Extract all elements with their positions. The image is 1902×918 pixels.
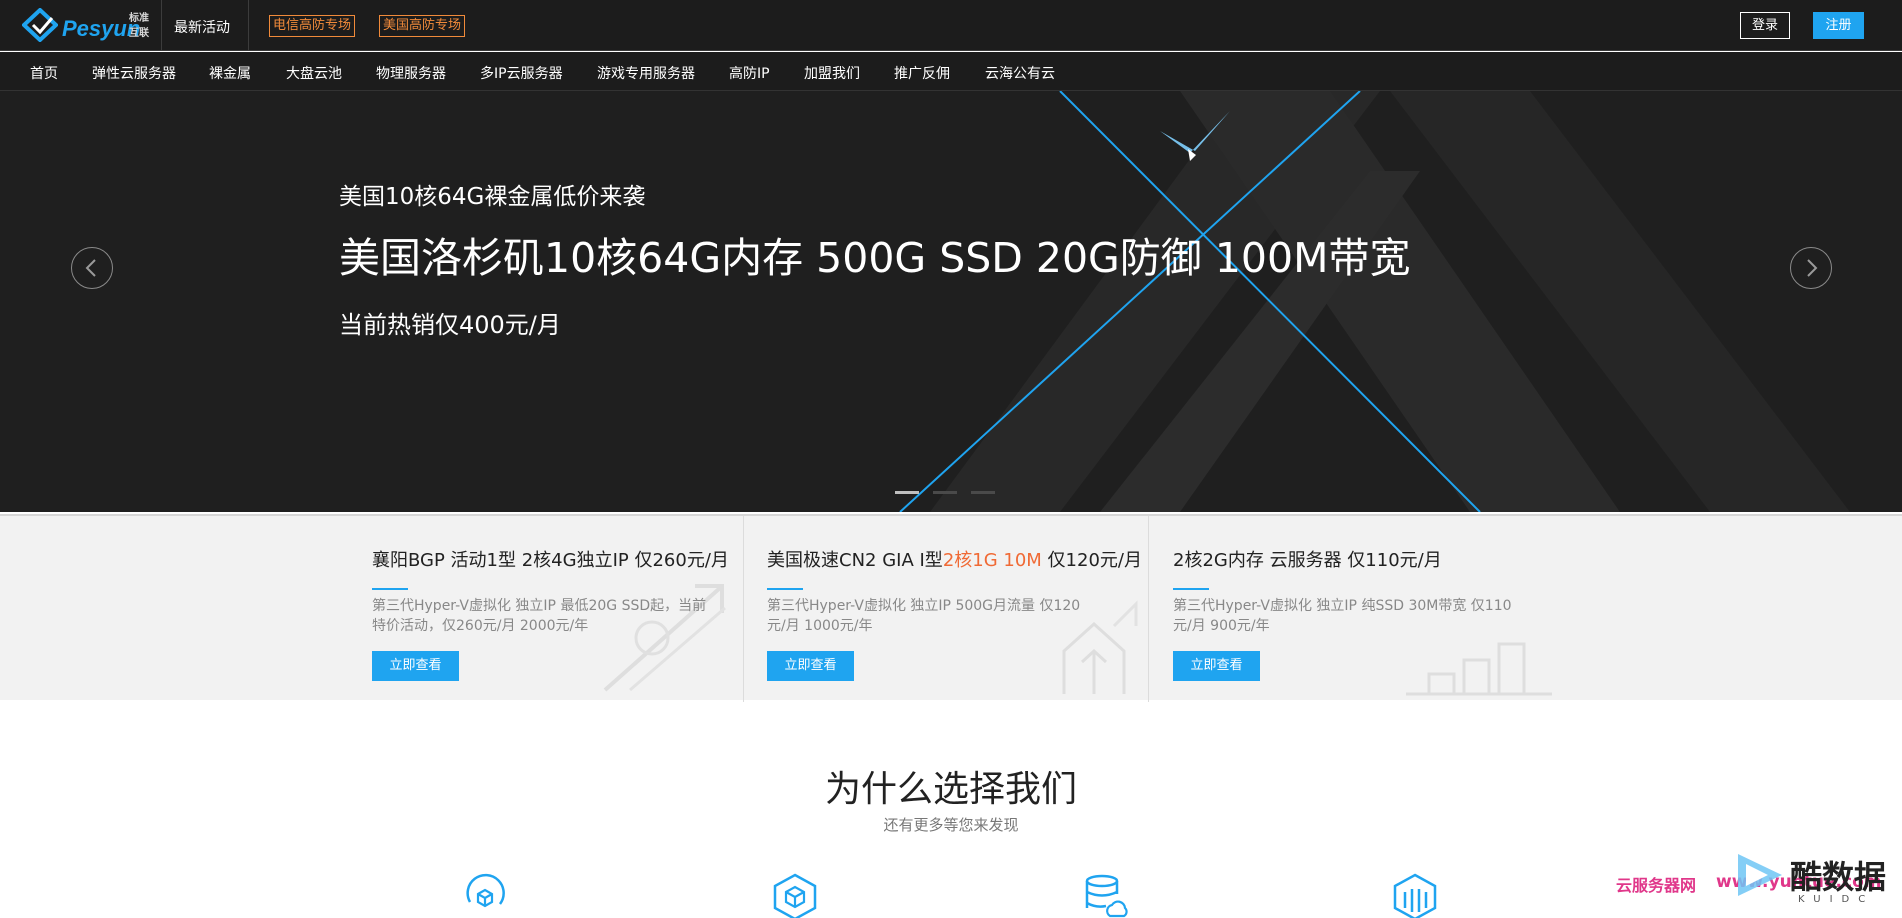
product-card-3: 2核2G内存 云服务器 仅110元/月 第三代Hyper-V虚拟化 独立IP 纯… xyxy=(1149,516,1649,702)
hero-background-graphic xyxy=(899,91,1850,512)
hero-title: 美国洛杉矶10核64G内存 500G SSD 20G防御 100M带宽 xyxy=(339,234,1411,282)
nav-item-public-cloud[interactable]: 云海公有云 xyxy=(985,63,1055,83)
promo-telecom-ddos[interactable]: 电信高防专场 xyxy=(269,15,356,37)
register-button[interactable]: 注册 xyxy=(1813,12,1864,39)
chevron-right-icon xyxy=(1807,259,1818,277)
nav-item-home[interactable]: 首页 xyxy=(30,63,58,83)
view-now-button[interactable]: 立即查看 xyxy=(767,651,854,681)
bar-chart-icon xyxy=(1406,642,1552,696)
promo-us-ddos[interactable]: 美国高防专场 xyxy=(379,15,466,37)
divider xyxy=(248,0,249,51)
carousel-dot-3[interactable] xyxy=(971,491,995,494)
cube-refresh-icon xyxy=(466,873,505,908)
watermark-cn: 云服务器网 xyxy=(1616,876,1697,895)
hero-subtitle: 美国10核64G裸金属低价来袭 xyxy=(339,184,646,210)
title-underline xyxy=(1173,588,1209,590)
product-title[interactable]: 襄阳BGP 活动1型 2核4G独立IP 仅260元/月 xyxy=(372,546,729,572)
carousel-dot-1[interactable] xyxy=(895,491,919,494)
watermark-brand: 酷数据 xyxy=(1790,858,1887,896)
watermark: 云服务器网 www.yuntue.com 酷数据 KUIDC xyxy=(1612,848,1902,918)
nav-item-join-us[interactable]: 加盟我们 xyxy=(804,63,860,83)
watermark-brand-en: KUIDC xyxy=(1798,894,1875,905)
play-logo-icon xyxy=(1738,854,1782,896)
title-underline xyxy=(372,588,408,590)
logo[interactable]: Pesyun 标准互联 xyxy=(22,6,157,44)
title-highlight: 2核1G 10M xyxy=(942,550,1042,571)
carousel-prev-button[interactable] xyxy=(71,247,113,289)
nav-item-ddos-ip[interactable]: 高防IP xyxy=(729,63,770,83)
nav-item-affiliate[interactable]: 推广反佣 xyxy=(894,63,950,83)
nav-item-game-server[interactable]: 游戏专用服务器 xyxy=(597,63,695,83)
carousel-next-button[interactable] xyxy=(1790,247,1832,289)
carousel-dot-2[interactable] xyxy=(933,491,957,494)
main-nav: 首页 弹性云服务器 裸金属 大盘云池 物理服务器 多IP云服务器 游戏专用服务器… xyxy=(0,52,1902,91)
product-card-1: 襄阳BGP 活动1型 2核4G独立IP 仅260元/月 第三代Hyper-V虚拟… xyxy=(0,516,743,702)
nav-item-physical-server[interactable]: 物理服务器 xyxy=(376,63,446,83)
product-card-2: 美国极速CN2 GIA I型2核1G 10M 仅120元/月 第三代Hyper-… xyxy=(744,516,1148,702)
server-stack-icon xyxy=(1393,873,1437,918)
title-text: 仅120元/月 xyxy=(1041,550,1142,571)
nav-item-multi-ip[interactable]: 多IP云服务器 xyxy=(480,63,563,83)
chevron-left-icon xyxy=(85,259,96,277)
hexagon-cube-icon xyxy=(773,873,817,918)
product-title[interactable]: 2核2G内存 云服务器 仅110元/月 xyxy=(1173,546,1442,572)
latest-activity-link[interactable]: 最新活动 xyxy=(174,17,230,37)
section-title: 为什么选择我们 xyxy=(824,769,1077,810)
logo-icon xyxy=(22,8,58,42)
product-strip: 襄阳BGP 活动1型 2核4G独立IP 仅260元/月 第三代Hyper-V虚拟… xyxy=(0,514,1902,702)
title-text: 美国极速CN2 GIA I型 xyxy=(767,550,943,571)
section-subtitle: 还有更多等您来发现 xyxy=(883,816,1019,834)
login-button[interactable]: 登录 xyxy=(1740,12,1790,39)
nav-item-disk-pool[interactable]: 大盘云池 xyxy=(286,63,342,83)
nav-item-elastic-cloud[interactable]: 弹性云服务器 xyxy=(92,63,176,83)
view-now-button[interactable]: 立即查看 xyxy=(1173,651,1260,681)
logo-subtitle: 标准互联 xyxy=(129,13,149,39)
database-cloud-icon xyxy=(1085,874,1128,918)
nav-item-bare-metal[interactable]: 裸金属 xyxy=(209,63,251,83)
product-title[interactable]: 美国极速CN2 GIA I型2核1G 10M 仅120元/月 xyxy=(767,546,1142,572)
divider xyxy=(161,0,162,51)
product-description: 第三代Hyper-V虚拟化 独立IP 纯SSD 30M带宽 仅110元/月 90… xyxy=(1173,598,1512,634)
product-description: 第三代Hyper-V虚拟化 独立IP 500G月流量 仅120元/月 1000元… xyxy=(767,598,1081,634)
hero-price: 当前热销仅400元/月 xyxy=(339,311,561,339)
view-now-button[interactable]: 立即查看 xyxy=(372,651,459,681)
product-description: 第三代Hyper-V虚拟化 独立IP 最低20G SSD起，当前特价活动，仅26… xyxy=(372,598,707,634)
hero-banner[interactable]: 美国10核64G裸金属低价来袭 美国洛杉矶10核64G内存 500G SSD 2… xyxy=(0,91,1902,512)
title-underline xyxy=(767,588,803,590)
top-bar: Pesyun 标准互联 最新活动 电信高防专场 美国高防专场 登录 注册 xyxy=(0,0,1902,51)
